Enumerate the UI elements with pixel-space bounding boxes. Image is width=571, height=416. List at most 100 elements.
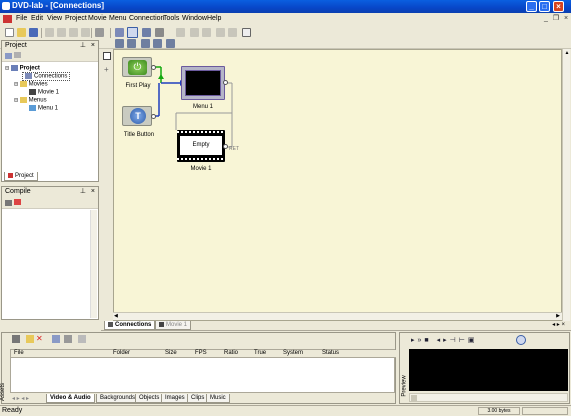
close-panel-icon[interactable]: × (91, 187, 95, 197)
menu-project[interactable]: Project (65, 15, 87, 22)
menu-window[interactable]: Window (182, 15, 207, 22)
menu-view[interactable]: View (47, 15, 62, 22)
save-icon[interactable] (29, 28, 38, 37)
mdi-close-icon[interactable]: × (562, 15, 570, 23)
tab-backgrounds[interactable]: Backgrounds (96, 394, 140, 403)
menu-menu[interactable]: Menu (109, 15, 127, 22)
first-play-node[interactable]: ⏻ (122, 57, 152, 77)
compile-tool-icon[interactable] (13, 198, 21, 205)
mark-in-icon[interactable]: ⊣ (450, 337, 459, 344)
project-tool-icon[interactable] (13, 52, 21, 58)
col-size[interactable]: Size (165, 350, 177, 356)
scroll-left-icon[interactable]: ◀ (114, 313, 118, 319)
select-tool-icon[interactable] (103, 52, 111, 60)
mdi-restore-icon[interactable]: ❐ (552, 15, 560, 23)
open-icon[interactable] (17, 28, 26, 37)
minimize-button[interactable]: _ (526, 1, 537, 12)
align-icon[interactable] (127, 39, 136, 48)
tab-project[interactable]: Project (4, 172, 38, 182)
menu-file[interactable]: File (16, 15, 27, 22)
asset-tool-icon[interactable] (12, 335, 20, 343)
link-icon[interactable] (115, 28, 124, 37)
connect-icon[interactable] (141, 39, 150, 48)
asset-tool-icon[interactable] (78, 335, 86, 343)
col-folder[interactable]: Folder (113, 350, 130, 356)
maximize-button[interactable]: □ (539, 1, 550, 12)
connections-canvas[interactable]: ⏻ First Play T Title Button Menu 1 Empty… (113, 49, 562, 321)
menu1-node[interactable] (181, 66, 225, 100)
title-button-node[interactable]: T (122, 106, 152, 126)
undo-icon[interactable] (69, 28, 78, 37)
tree-movies[interactable]: ⊟ Movies (14, 81, 48, 88)
zoom-in-icon[interactable] (216, 28, 225, 37)
zoom-out-icon[interactable] (228, 28, 237, 37)
tab-video-audio[interactable]: Video & Audio (46, 394, 95, 403)
disabled-tool-icon[interactable] (176, 28, 185, 37)
col-system[interactable]: System (283, 350, 303, 356)
snapshot-icon[interactable]: ▣ (468, 337, 478, 344)
mark-out-icon[interactable]: ⊢ (459, 337, 468, 344)
mdi-minimize-icon[interactable]: _ (542, 15, 550, 23)
tab-music[interactable]: Music (206, 394, 230, 403)
redo-icon[interactable] (81, 28, 90, 37)
disabled-tool-icon[interactable] (190, 28, 199, 37)
zoom-icon[interactable] (155, 28, 164, 37)
compile-scrollbar[interactable] (90, 210, 97, 318)
menu-help[interactable]: Help (207, 15, 221, 22)
menu-connection[interactable]: Connection (129, 15, 164, 22)
tree-movie1[interactable]: Movie 1 (29, 89, 59, 96)
output-port[interactable] (223, 144, 228, 149)
col-true[interactable]: True (254, 350, 266, 356)
preview-mode-icon[interactable] (516, 335, 526, 345)
output-port[interactable] (223, 80, 228, 85)
copy-icon[interactable] (57, 28, 66, 37)
cut-icon[interactable] (45, 28, 54, 37)
asset-delete-icon[interactable]: ✕ (36, 334, 43, 343)
asset-folder-icon[interactable] (26, 335, 34, 343)
col-status[interactable]: Status (322, 350, 339, 356)
output-port[interactable] (151, 65, 156, 70)
close-button[interactable]: × (553, 1, 564, 12)
col-file[interactable]: File (14, 350, 24, 356)
pin-icon[interactable]: ⊥ (80, 187, 86, 197)
tree-menu1[interactable]: Menu 1 (29, 105, 58, 112)
new-icon[interactable] (5, 28, 14, 37)
project-tool-icon[interactable] (5, 53, 12, 59)
tab-movie1[interactable]: Movie 1 (155, 321, 192, 331)
menu-tools[interactable]: Tools (163, 15, 179, 22)
align-icon[interactable] (115, 39, 124, 48)
asset-tool-icon[interactable] (64, 335, 72, 343)
col-fps[interactable]: FPS (195, 350, 207, 356)
tab-nav-icon[interactable]: ◂ ▸ × (552, 321, 565, 328)
col-ratio[interactable]: Ratio (224, 350, 238, 356)
layout-icon[interactable] (95, 28, 104, 37)
tab-objects[interactable]: Objects (135, 394, 164, 403)
preview-slider[interactable] (409, 393, 568, 402)
connect-icon[interactable] (153, 39, 162, 48)
asset-tab-nav-icon[interactable]: ◂ ▸ ◂ ▸ (12, 395, 29, 402)
menu-edit[interactable]: Edit (31, 15, 43, 22)
tree-menus[interactable]: ⊟ Menus (14, 97, 47, 104)
tree-project[interactable]: ⊟ Project (5, 65, 40, 72)
stop-icon[interactable]: ■ (424, 337, 431, 344)
tab-images[interactable]: Images (161, 394, 189, 403)
tree-connections[interactable]: Connections (22, 72, 71, 81)
add-tool-icon[interactable]: + (104, 65, 109, 74)
disabled-tool-icon[interactable] (202, 28, 211, 37)
scroll-right-icon[interactable]: ▶ (556, 313, 560, 319)
preview-slider-thumb[interactable] (411, 395, 417, 401)
connect-icon[interactable] (166, 39, 175, 48)
menu-movie[interactable]: Movie (88, 15, 107, 22)
canvas-horizontal-scrollbar[interactable]: ◀ ▶ (113, 312, 562, 320)
help-icon[interactable] (242, 28, 251, 37)
output-port[interactable] (151, 114, 156, 119)
asset-tool-icon[interactable] (52, 335, 60, 343)
close-panel-icon[interactable]: × (91, 41, 95, 51)
movie1-node[interactable]: Empty (177, 130, 225, 162)
scroll-up-icon[interactable]: ▲ (564, 50, 570, 56)
compile-tool-icon[interactable] (5, 200, 12, 206)
pointer-icon[interactable] (142, 28, 151, 37)
connections-view-icon[interactable] (127, 27, 138, 38)
canvas-vertical-scrollbar[interactable]: ▲ (562, 49, 570, 321)
tab-connections[interactable]: Connections (104, 321, 156, 331)
